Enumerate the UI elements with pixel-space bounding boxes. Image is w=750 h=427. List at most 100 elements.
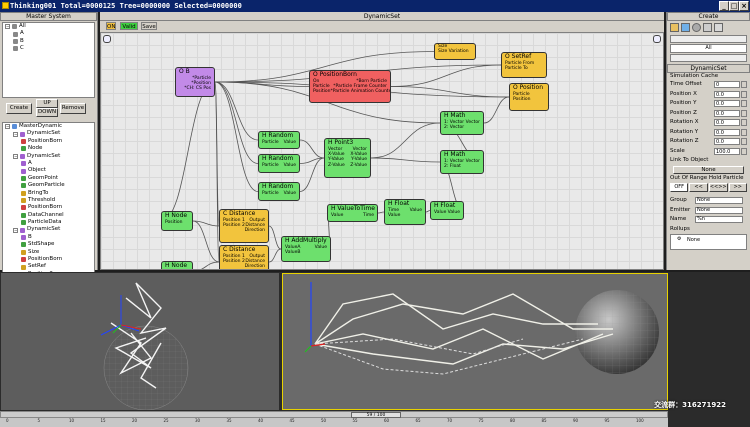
param-input[interactable]: 0.0 (714, 90, 740, 98)
node-hfloat2[interactable]: H Float Value Value (430, 201, 464, 220)
dyn-tree-item[interactable]: StdShape (3, 241, 94, 248)
master-tree-item[interactable]: B (3, 38, 94, 45)
dynamic-tree[interactable]: − MasterDynamic − DynamicSet PositionBorn Nod… (2, 122, 95, 278)
create-camera-icon[interactable] (692, 23, 701, 32)
spinner-arrows-icon[interactable] (741, 128, 747, 136)
expand-toggle-icon[interactable]: − (13, 131, 18, 137)
dyn-tree-item[interactable]: Node (3, 145, 94, 152)
expand-toggle-icon[interactable]: − (5, 24, 10, 30)
dyn-tree-item[interactable]: Object (3, 167, 94, 174)
out-of-range-button[interactable]: << (689, 183, 708, 192)
dyn-tree-item[interactable]: ParticleData (3, 219, 94, 226)
param-input[interactable]: 100.0 (714, 147, 740, 155)
create-light-icon[interactable] (681, 23, 690, 32)
timeline-bar[interactable]: 59 / 100 0 5 10 15 20 25 30 35 40 45 50 55 60 65 70 75 8… (0, 411, 668, 427)
param-input[interactable]: 0.0 (714, 138, 740, 145)
node-setref[interactable]: O SetRef Particle From Particle To (501, 52, 547, 78)
minimize-button[interactable]: _ (719, 1, 729, 11)
master-tree-item[interactable]: A (3, 30, 94, 37)
out-of-range-button[interactable]: OFF (670, 183, 689, 192)
remove-button[interactable]: Remove (60, 103, 86, 114)
dyn-tree-item[interactable]: − DynamicSet (3, 153, 94, 160)
out-of-range-button[interactable]: <<>> (708, 183, 728, 192)
create-helper-icon[interactable] (703, 23, 712, 32)
param-input[interactable]: 0 (714, 81, 740, 88)
dyn-tree-item[interactable]: Size (3, 249, 94, 256)
name-field[interactable]: %n (695, 216, 743, 223)
node-hrand1[interactable]: H Random Particle Value (258, 131, 300, 149)
node-hvtt[interactable]: H ValueToTime Value Time (327, 204, 378, 222)
on-toggle[interactable]: ON (106, 22, 116, 30)
expand-toggle-icon[interactable]: − (5, 124, 10, 130)
close-button[interactable]: × (739, 1, 749, 11)
dyn-tree-item[interactable]: GeomPoint (3, 175, 94, 182)
link-object-button[interactable]: None (673, 165, 744, 174)
time-slider[interactable]: 59 / 100 (0, 411, 668, 418)
spinner-arrows-icon[interactable] (741, 109, 747, 117)
create-shape-icon[interactable] (670, 23, 679, 32)
save-button[interactable]: Save (141, 22, 157, 30)
dyn-tree-item[interactable]: − DynamicSet (3, 130, 94, 137)
dyn-tree-item[interactable]: PositionBorn (3, 138, 94, 145)
node-opos[interactable]: O Position Particle Position (509, 83, 549, 111)
node-hfloat1[interactable]: H Float Time Value Value (384, 199, 426, 225)
dyn-tree-item[interactable]: DataChannel (3, 212, 94, 219)
node-hrand2[interactable]: H Random Particle Value (258, 154, 300, 173)
dyn-tree-item[interactable]: BringTo (3, 190, 94, 197)
valid-button[interactable]: Valid (120, 22, 138, 30)
create-system-icon[interactable] (714, 23, 723, 32)
spinner-arrows-icon[interactable] (741, 119, 747, 126)
dyn-tree-item[interactable]: Threshold (3, 197, 94, 204)
emitter-dropdown[interactable]: None (695, 206, 743, 214)
dyn-tree-item[interactable]: A (3, 160, 94, 167)
node-hpoint3[interactable]: H Point3 Vector Vector X-Value X-Value Y-Valu… (324, 138, 371, 178)
dyn-tree-item[interactable]: PositionBorn (3, 256, 94, 263)
spinner-arrows-icon[interactable] (741, 138, 747, 145)
category-dropdown[interactable]: All (670, 44, 747, 53)
param-input[interactable]: 0.0 (714, 109, 740, 117)
node-cdist1[interactable]: C Distance Position 1 Output Position 2 Dist… (219, 209, 269, 243)
node-hnode1[interactable]: H Node Position (161, 211, 193, 231)
node-pborn[interactable]: O PositionBorn On *Born Particle Particle *P… (309, 70, 391, 103)
param-input[interactable]: 0.0 (714, 119, 740, 126)
dyn-tree-item[interactable]: GeomParticle (3, 182, 94, 189)
node-hmath1[interactable]: H Math 1: Vector Vector 2: Vector (440, 111, 484, 135)
dyn-tree-item[interactable]: − DynamicSet (3, 226, 94, 233)
maximize-button[interactable]: □ (729, 1, 739, 11)
rollup-item[interactable]: None (687, 237, 700, 243)
expand-toggle-icon[interactable]: − (13, 153, 18, 159)
param-input[interactable]: 0.0 (714, 128, 740, 136)
dyn-tree-item[interactable]: SetRef (3, 263, 94, 270)
out-of-range-button[interactable]: >> (728, 183, 747, 192)
down-button[interactable]: DOWN (36, 108, 58, 117)
rollups-list[interactable]: ⚙ None (670, 234, 747, 250)
master-tree-item[interactable]: − All (3, 23, 94, 30)
node-size[interactable]: Size Size Variation (434, 43, 476, 60)
node-hrand3[interactable]: H Random Particle Value (258, 182, 300, 201)
dyn-tree-item[interactable]: − MasterDynamic (3, 123, 94, 130)
spinner-arrows-icon[interactable] (741, 147, 747, 155)
node-hmath2[interactable]: H Math 1: Vector Vector 2: Float (440, 150, 484, 174)
param-input[interactable]: 0.0 (714, 100, 740, 107)
dynamicset-section-title[interactable]: DynamicSet (667, 64, 750, 73)
dyn-tree-item[interactable]: B (3, 234, 94, 241)
viewport-perspective-left[interactable] (1, 273, 279, 410)
expand-toggle-icon[interactable]: − (13, 227, 18, 233)
create-button[interactable]: Create (6, 103, 32, 114)
node-ob[interactable]: O B *Particle *Position *CH: CS Pos (175, 67, 215, 97)
spinner-arrows-icon[interactable] (741, 90, 747, 98)
node-hnode2[interactable]: H NodePosition (161, 261, 193, 269)
node-canvas[interactable]: O B *Particle *Position *CH: CS Pos O Positi… (100, 32, 664, 270)
up-button[interactable]: UP (36, 99, 58, 108)
canvas-corner-icon-right[interactable] (653, 35, 661, 43)
node-cdist2[interactable]: C Distance Position 1 Output Position 2 Dist… (219, 245, 269, 269)
node-haddm[interactable]: H AddMultiply ValueA Value ValueB (281, 236, 331, 262)
spinner-arrows-icon[interactable] (741, 81, 747, 88)
canvas-corner-icon-left[interactable] (103, 35, 111, 43)
group-dropdown[interactable]: None (695, 197, 743, 204)
master-tree[interactable]: − All A B C (2, 22, 95, 98)
dyn-tree-item[interactable]: PositionBorn (3, 204, 94, 211)
viewport-perspective-right[interactable] (282, 273, 668, 410)
spinner-arrows-icon[interactable] (741, 100, 747, 107)
master-tree-item[interactable]: C (3, 45, 94, 52)
